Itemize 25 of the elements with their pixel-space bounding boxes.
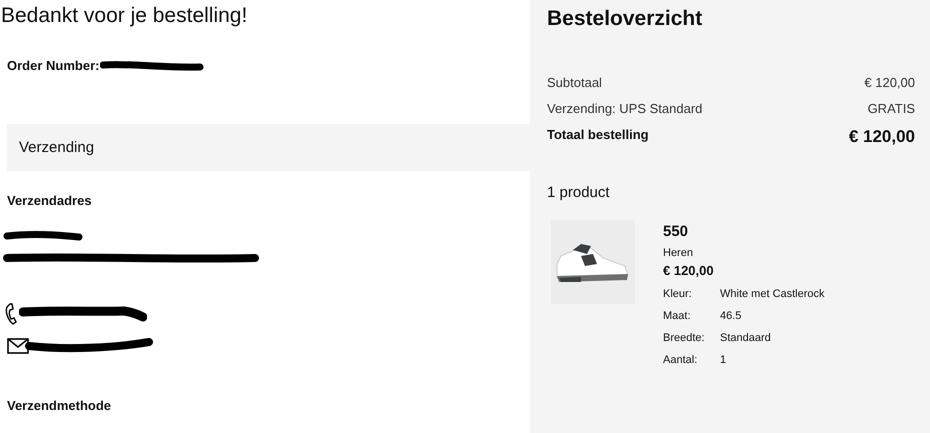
summary-value: € 120,00	[848, 127, 915, 147]
attribute-label: Breedte:	[663, 332, 706, 344]
address-heading: Verzendadres	[7, 193, 92, 208]
summary-value: € 120,00	[864, 75, 915, 90]
attribute-value: Standaard	[720, 332, 771, 344]
product-count: 1 product	[547, 184, 611, 201]
shipping-panel: Verzending	[7, 124, 530, 171]
summary-value: GRATIS	[868, 101, 915, 116]
mail-icon	[7, 338, 29, 354]
page-title: Bedankt voor je bestelling!	[1, 4, 248, 28]
attribute-value: 46.5	[720, 310, 742, 322]
attribute-value: 1	[720, 354, 726, 366]
summary-label: Subtotaal	[547, 75, 602, 90]
product-name: 550	[663, 223, 690, 240]
attribute-label: Aantal:	[663, 354, 698, 366]
attribute-value: White met Castlerock	[720, 288, 825, 300]
product-gender: Heren	[663, 247, 694, 259]
attribute-label: Kleur:	[663, 288, 693, 300]
summary-label: Verzending: UPS Standard	[547, 101, 702, 116]
method-heading: Verzendmethode	[7, 398, 112, 413]
summary-label: Totaal bestelling	[547, 127, 649, 144]
order-number-label: Order Number:	[7, 58, 100, 73]
product-price: € 120,00	[663, 263, 715, 278]
attribute-label: Maat:	[663, 310, 692, 322]
summary-title: Besteloverzicht	[547, 7, 704, 31]
